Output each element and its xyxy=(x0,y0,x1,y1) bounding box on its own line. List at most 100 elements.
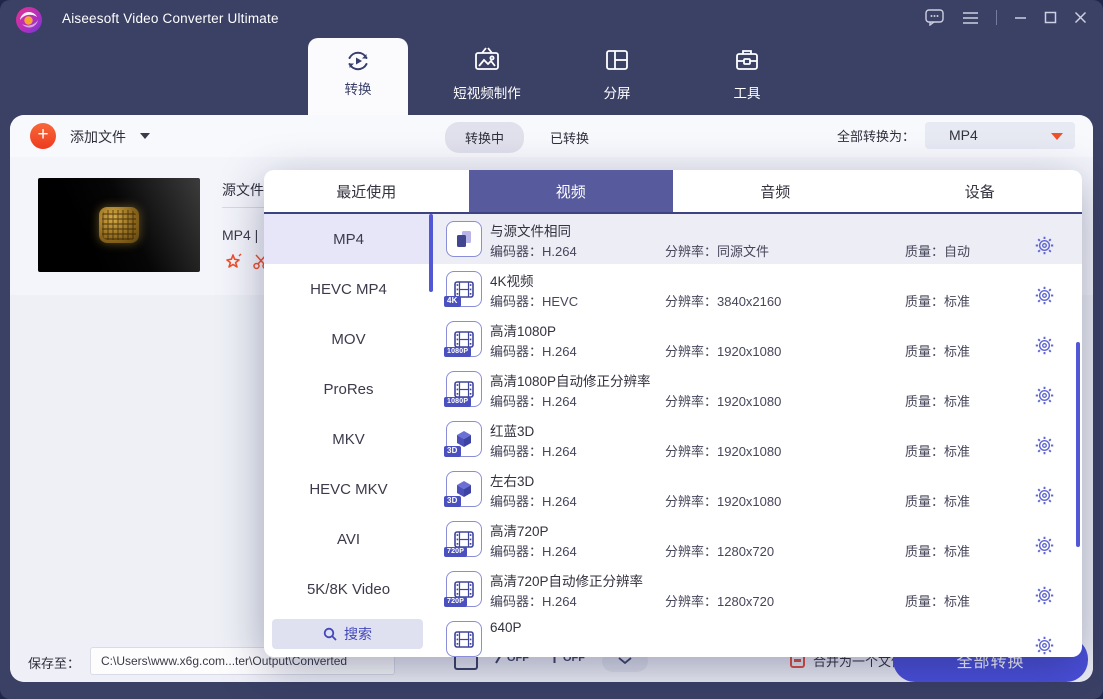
tab-video-maker-label: 短视频制作 xyxy=(453,82,521,102)
format-row[interactable]: 3D红蓝3D编码器：H.264分辨率：1920x1080质量：标准 xyxy=(433,414,1082,464)
sidebar-item-prores[interactable]: ProRes xyxy=(264,364,433,414)
output-format-select[interactable]: MP4 xyxy=(925,122,1075,149)
add-files-button[interactable]: + xyxy=(30,123,56,149)
resolution-cell: 分辨率：同源文件 xyxy=(665,241,905,260)
tab-convert[interactable]: 转换 xyxy=(308,38,408,115)
segment-converted[interactable]: 已转换 xyxy=(550,128,589,147)
titlebar: Aiseesoft Video Converter Ultimate xyxy=(0,0,1103,38)
segment-converting[interactable]: 转换中 xyxy=(445,122,524,153)
effect-wand-icon[interactable] xyxy=(224,253,242,271)
format-badge: 3D xyxy=(444,496,461,507)
format-title: 与源文件相同 xyxy=(490,220,571,240)
popup-tab-audio[interactable]: 音频 xyxy=(673,170,878,212)
popup-tab-video[interactable]: 视频 xyxy=(469,170,674,212)
format-title: 高清1080P xyxy=(490,320,556,340)
format-row[interactable]: 720P高清720P编码器：H.264分辨率：1280x720质量：标准 xyxy=(433,514,1082,564)
settings-gear-icon[interactable] xyxy=(1035,486,1054,505)
format-row[interactable]: 720P高清720P自动修正分辨率编码器：H.264分辨率：1280x720质量… xyxy=(433,564,1082,614)
sidebar-item-5k-8k-video[interactable]: 5K/8K Video xyxy=(264,564,433,614)
split-screen-icon xyxy=(603,42,631,78)
sidebar-item-hevc-mkv[interactable]: HEVC MKV xyxy=(264,464,433,514)
settings-gear-icon[interactable] xyxy=(1035,336,1054,355)
encoder-cell: 编码器：H.264 xyxy=(490,491,665,510)
settings-gear-icon[interactable] xyxy=(1035,536,1054,555)
encoder-cell: 编码器：HEVC xyxy=(490,291,665,310)
format-badge: 3D xyxy=(444,446,461,457)
close-icon[interactable] xyxy=(1074,11,1087,24)
list-scrollbar[interactable] xyxy=(1076,342,1080,547)
film-icon xyxy=(454,631,474,648)
convert-all-to-label: 全部转换为： xyxy=(837,126,915,145)
format-popup: 最近使用 视频 音频 设备 MP4HEVC MP4MOVProResMKVHEV… xyxy=(264,170,1082,657)
resolution-cell: 分辨率：3840x2160 xyxy=(665,291,905,310)
format-icon: 3D xyxy=(446,471,482,507)
minimize-icon[interactable] xyxy=(1014,11,1027,24)
menu-icon[interactable] xyxy=(962,11,979,25)
tab-split-screen[interactable]: 分屏 xyxy=(557,42,677,112)
settings-gear-icon[interactable] xyxy=(1035,386,1054,405)
settings-gear-icon[interactable] xyxy=(1035,236,1054,255)
settings-gear-icon[interactable] xyxy=(1035,436,1054,455)
quality-cell: 质量：标准 xyxy=(905,491,970,510)
popup-tab-device[interactable]: 设备 xyxy=(878,170,1083,212)
video-thumbnail[interactable] xyxy=(38,178,200,272)
search-label: 搜索 xyxy=(344,624,372,644)
app-logo-icon xyxy=(14,5,44,35)
format-badge: 720P xyxy=(444,547,467,557)
encoder-cell: 编码器：H.264 xyxy=(490,591,665,610)
add-files-dropdown-caret[interactable] xyxy=(140,133,150,139)
format-row[interactable]: 1080P高清1080P编码器：H.264分辨率：1920x1080质量：标准 xyxy=(433,314,1082,364)
encoder-cell: 编码器：H.264 xyxy=(490,441,665,460)
format-badge: 4K xyxy=(444,296,461,307)
tab-convert-label: 转换 xyxy=(345,78,372,98)
popup-tab-recent[interactable]: 最近使用 xyxy=(264,170,469,212)
tab-toolbox[interactable]: 工具 xyxy=(687,42,807,112)
encoder-cell: 编码器：H.264 xyxy=(490,241,665,260)
search-button[interactable]: 搜索 xyxy=(272,619,423,649)
settings-gear-icon[interactable] xyxy=(1035,636,1054,655)
toolbar: + 添加文件 转换中 已转换 全部转换为： MP4 xyxy=(10,115,1093,157)
settings-gear-icon[interactable] xyxy=(1035,286,1054,305)
format-icon: 1080P xyxy=(446,321,482,357)
quality-cell: 质量：标准 xyxy=(905,541,970,560)
format-row[interactable]: 4K4K视频编码器：HEVC分辨率：3840x2160质量：标准 xyxy=(433,264,1082,314)
resolution-cell: 分辨率：1920x1080 xyxy=(665,341,905,360)
format-row[interactable]: 1080P高清1080P自动修正分辨率编码器：H.264分辨率：1920x108… xyxy=(433,364,1082,414)
quality-cell: 质量：标准 xyxy=(905,291,970,310)
video-maker-icon xyxy=(472,42,502,78)
toolbox-icon xyxy=(733,42,761,78)
encoder-cell: 编码器：H.264 xyxy=(490,541,665,560)
chevron-down-icon xyxy=(618,657,632,665)
sidebar-item-hevc-mp4[interactable]: HEVC MP4 xyxy=(264,264,433,314)
format-icon: 720P xyxy=(446,521,482,557)
sidebar-item-mkv[interactable]: MKV xyxy=(264,414,433,464)
source-format-info: MP4 | xyxy=(222,227,258,243)
format-sidebar-items: MP4HEVC MP4MOVProResMKVHEVC MKVAVI5K/8K … xyxy=(264,214,433,614)
sidebar-item-avi[interactable]: AVI xyxy=(264,514,433,564)
quality-cell: 质量：自动 xyxy=(905,241,970,260)
app-window: Aiseesoft Video Converter Ultimate xyxy=(0,0,1103,699)
resolution-cell: 分辨率：1920x1080 xyxy=(665,491,905,510)
quality-cell: 质量：标准 xyxy=(905,391,970,410)
sidebar-item-mov[interactable]: MOV xyxy=(264,314,433,364)
format-title: 红蓝3D xyxy=(490,420,534,440)
quality-cell: 质量：标准 xyxy=(905,341,970,360)
add-files-label[interactable]: 添加文件 xyxy=(70,127,126,147)
format-icon xyxy=(446,621,482,657)
format-popup-tabs: 最近使用 视频 音频 设备 xyxy=(264,170,1082,212)
save-to-label: 保存至： xyxy=(28,653,80,672)
format-row[interactable]: 640P xyxy=(433,614,1082,657)
same-as-source-icon xyxy=(452,227,476,251)
format-row[interactable]: 与源文件相同编码器：H.264分辨率：同源文件质量：自动 xyxy=(433,214,1082,264)
sidebar-item-mp4[interactable]: MP4 xyxy=(264,214,433,264)
feedback-icon[interactable] xyxy=(925,9,945,26)
maximize-icon[interactable] xyxy=(1044,11,1057,24)
format-title: 高清720P自动修正分辨率 xyxy=(490,570,643,590)
encoder-cell: 编码器：H.264 xyxy=(490,391,665,410)
resolution-cell: 分辨率：1920x1080 xyxy=(665,441,905,460)
resolution-cell: 分辨率：1280x720 xyxy=(665,541,905,560)
tab-video-maker[interactable]: 短视频制作 xyxy=(427,42,547,112)
format-row[interactable]: 3D 左右3D编码器：H.264分辨率：1920x1080质量：标准 xyxy=(433,464,1082,514)
settings-gear-icon[interactable] xyxy=(1035,586,1054,605)
format-title: 左右3D xyxy=(490,470,534,490)
